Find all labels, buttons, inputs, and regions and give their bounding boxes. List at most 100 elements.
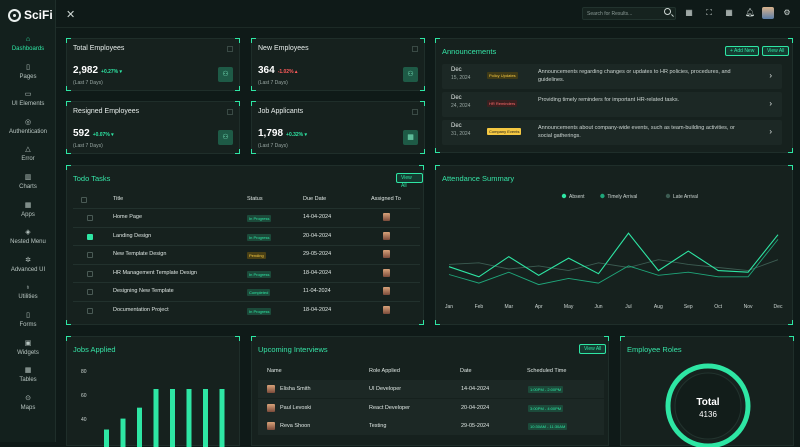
x-tick-label: Oct [714,304,722,310]
apps-icon[interactable]: ▦ [725,9,733,17]
sidebar-item-label: Charts [19,184,37,190]
sidebar-item-charts[interactable]: ▥ Charts [0,174,56,202]
warning-icon: △ [25,146,31,154]
sidebar-item-label: Tables [19,377,37,384]
announcement-item[interactable]: Dec 24, 2024 HR Reminders Providing timely … [442,92,782,117]
candidate-name: Paul Levoski [280,404,312,411]
announcement-item[interactable]: Dec 31, 2024 Company Events Announcements a… [442,120,782,145]
sidebar-item-label: UI Elements [11,101,45,108]
more-icon[interactable] [412,46,418,52]
search-icon[interactable] [664,8,671,15]
legend-label[interactable]: Absent [569,194,585,200]
task-checkbox[interactable] [87,252,93,259]
search-input[interactable]: Search for Results... [582,7,676,20]
legend-label[interactable]: Late Arrival [673,194,698,200]
table-row: HR Management Template Design In Progress… [73,263,420,282]
sidebar-item-label: Authentication [8,128,48,135]
fullscreen-icon[interactable]: ⛶ [705,9,713,17]
stat-delta: -1.02% ▴ [277,69,298,75]
avatar [383,213,390,221]
stat-value: 2,982 +0.27% ▾ [73,65,123,76]
attendance-chart: Absent Timely Arrival Late Arrival Jan Feb Ma… [445,193,783,310]
close-icon[interactable]: ✕ [66,8,75,21]
announcement-tag: HR Reminders [487,100,518,107]
bar [120,418,126,447]
task-checkbox[interactable] [87,289,93,296]
announcement-date: Dec 15, 2024 [451,67,471,81]
stat-period: (Last 7 Days) [258,143,288,149]
sidebar-item-authentication[interactable]: ◎ Authentication [0,119,56,147]
sidebar-item-forms[interactable]: ▯ Forms [0,312,56,340]
sidebar-item-utilities[interactable]: ♁ Utilities [0,284,56,312]
home-icon: ⌂ [25,36,31,43]
view-all-button[interactable]: View All [762,46,790,56]
table-row: Documentation Project In Progress 18-04-20… [73,301,420,319]
gear-icon[interactable]: ⚙ [783,9,791,17]
sidebar-item-apps[interactable]: ▦ Apps [0,202,56,230]
sidebar-item-label: Error [21,156,35,163]
task-checkbox[interactable] [87,270,93,277]
legend-label[interactable]: Timely Arrival [607,194,637,200]
sidebar-item-error[interactable]: △ Error [0,146,56,174]
avatar [383,231,390,240]
bell-icon[interactable]: 🔔︎ [745,9,755,17]
announcement-text: Announcements about company-wide events,… [538,125,735,139]
task-due-date: 11-04-2024 [303,288,331,295]
chevron-right-icon[interactable]: › [769,71,772,80]
sidebar-item-dashboards[interactable]: ⌂ Dashboards [0,36,56,64]
bar [203,389,208,447]
sidebar-item-label: Maps [20,404,36,411]
sidebar-item-nested-menu[interactable]: ◈ Nested Menu [0,229,56,257]
add-new-button[interactable]: + Add New [725,46,760,56]
sidebar: SciFi ⌂ Dashboards ▯ Pages ▭ UI Elements ◎ Auth… [0,0,56,442]
select-all-checkbox[interactable] [81,197,87,203]
sidebar-item-widgets[interactable]: ▣ Widgets [0,340,56,368]
y-tick-label: 80 [81,369,87,375]
layers-icon: ◈ [25,229,31,237]
flag-icon[interactable]: ▦ [685,9,693,17]
more-icon[interactable] [227,46,233,52]
col-date: Date [460,368,472,374]
sidebar-item-pages[interactable]: ▯ Pages [0,64,56,92]
more-icon[interactable] [412,109,418,115]
sidebar-item-ui-elements[interactable]: ▭ UI Elements [0,91,56,119]
table-row: Paul Levoski React Developer 20-04-2024 3:0… [258,398,604,417]
x-tick-label: Apr [535,304,543,310]
col-time: Scheduled Time [527,368,567,374]
legend-marker [600,193,605,199]
more-icon[interactable] [227,109,233,115]
col-due-date: Due Date [303,196,327,202]
avatar[interactable] [762,7,774,19]
app-name: SciFi [24,8,53,22]
task-title: Documentation Project [113,307,169,313]
announcement-text: Announcements regarding changes or updat… [538,69,731,83]
chevron-right-icon[interactable]: › [769,127,772,136]
form-icon: ▯ [26,312,30,319]
sidebar-item-label: Widgets [17,349,39,356]
sidebar-item-maps[interactable]: ⊙ Maps [0,395,56,423]
task-due-date: 14-04-2024 [303,214,332,220]
sidebar-item-label: Nested Menu [10,239,46,246]
bar [104,429,109,447]
legend-marker [561,193,567,199]
task-checkbox[interactable] [87,215,93,221]
avatar [383,268,390,277]
announcement-item[interactable]: Dec 15, 2024 Policy Updates Announcements r… [442,64,782,89]
todo-view-all-button[interactable]: View All [396,173,423,189]
app-logo[interactable]: SciFi [8,8,53,22]
sidebar-item-tables[interactable]: ▦ Tables [0,367,56,395]
stat-title: Job Applicants [258,108,304,115]
table-row: Reva Shoon Testing 29-05-2024 10:30AM - 11:… [258,417,604,435]
col-title: Title [113,196,124,202]
sidebar-item-advanced-ui[interactable]: ✲ Advanced UI [0,257,56,285]
chevron-right-icon[interactable]: › [769,99,772,108]
logo-icon [8,8,21,22]
y-tick-label: 40 [81,417,87,423]
task-checkbox[interactable] [87,233,93,240]
x-tick-label: Feb [475,304,484,310]
roles-card: Employee Roles Total 4136 [620,336,794,447]
jobs-card: Jobs Applied 80 60 40 [66,336,240,447]
interviews-view-all-button[interactable]: View All [579,344,607,354]
table-row: New Template Design Pending 29-05-2024 [73,245,420,263]
task-checkbox[interactable] [87,308,93,314]
